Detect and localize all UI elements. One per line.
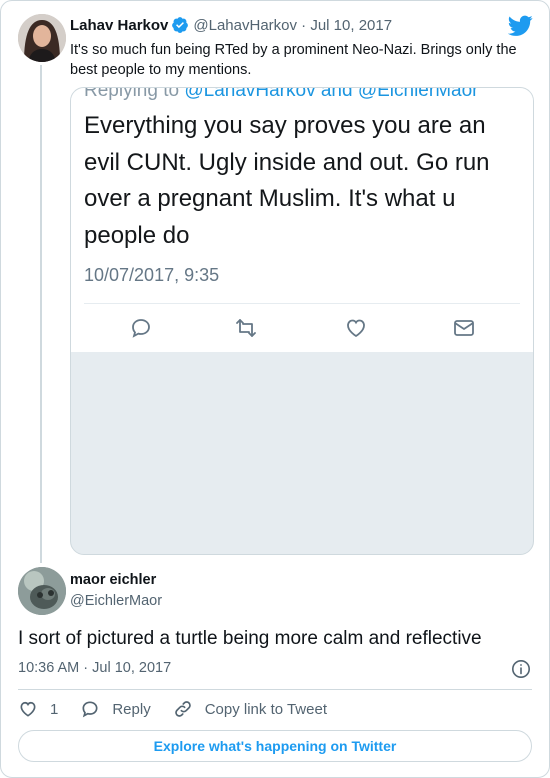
like-icon	[344, 316, 368, 340]
embedded-tweet-timestamp: 10/07/2017, 9:35	[84, 265, 220, 285]
replying-to-mentions: @LahavHarkov and @EichlerMaor	[184, 87, 479, 101]
tweet-header: Lahav Harkov @LahavHarkov · Jul 10, 2017	[70, 16, 392, 34]
embedded-divider	[84, 303, 520, 304]
link-icon	[174, 701, 191, 717]
retweet-icon	[234, 316, 258, 340]
verified-badge-icon	[171, 16, 189, 34]
copy-link-button[interactable]: Copy link to Tweet	[173, 699, 327, 719]
embedded-action-bar	[71, 316, 533, 342]
copy-link-label: Copy link to Tweet	[204, 700, 327, 718]
tweet-timestamp[interactable]: 10:36 AM · Jul 10, 2017	[18, 660, 171, 676]
tweet-embed-card: Lahav Harkov @LahavHarkov · Jul 10, 2017…	[0, 0, 550, 778]
reply-label: Reply	[112, 700, 151, 718]
twitter-bird-icon[interactable]	[507, 15, 533, 37]
quoted-author-name[interactable]: maor eichler	[70, 572, 156, 588]
embedded-tweet-text: Everything you say proves you are an evi…	[84, 112, 490, 249]
replying-to-label: Replying to	[84, 87, 180, 101]
author-name[interactable]: Lahav Harkov	[70, 17, 168, 34]
reply-icon	[129, 316, 153, 340]
avatar[interactable]	[18, 14, 66, 62]
tweet-text: It's so much fun being RTed by a promine…	[70, 42, 517, 78]
action-bar: 1 Reply Copy link to Tweet	[18, 699, 349, 719]
replying-to-line: Replying to @LahavHarkov and @EichlerMao…	[84, 87, 479, 102]
reply-icon	[82, 701, 98, 718]
quoted-tweet-text: I sort of pictured a turtle being more c…	[18, 628, 482, 649]
author-handle-and-date[interactable]: @LahavHarkov · Jul 10, 2017	[193, 17, 392, 34]
divider	[18, 689, 532, 690]
like-count: 1	[50, 700, 59, 718]
like-button[interactable]: 1	[18, 699, 58, 719]
heart-icon	[20, 701, 36, 717]
quoted-author-handle[interactable]: @EichlerMaor	[70, 593, 162, 609]
thread-line	[40, 65, 42, 563]
direct-message-icon	[452, 316, 476, 340]
embedded-tweet-screenshot: Replying to @LahavHarkov and @EichlerMao…	[71, 88, 533, 352]
explore-button[interactable]: Explore what's happening on Twitter	[18, 730, 532, 762]
reply-button[interactable]: Reply	[80, 699, 151, 719]
avatar[interactable]	[18, 567, 66, 615]
tweet-media-image[interactable]: Replying to @LahavHarkov and @EichlerMao…	[70, 87, 534, 555]
info-icon[interactable]	[511, 659, 531, 679]
